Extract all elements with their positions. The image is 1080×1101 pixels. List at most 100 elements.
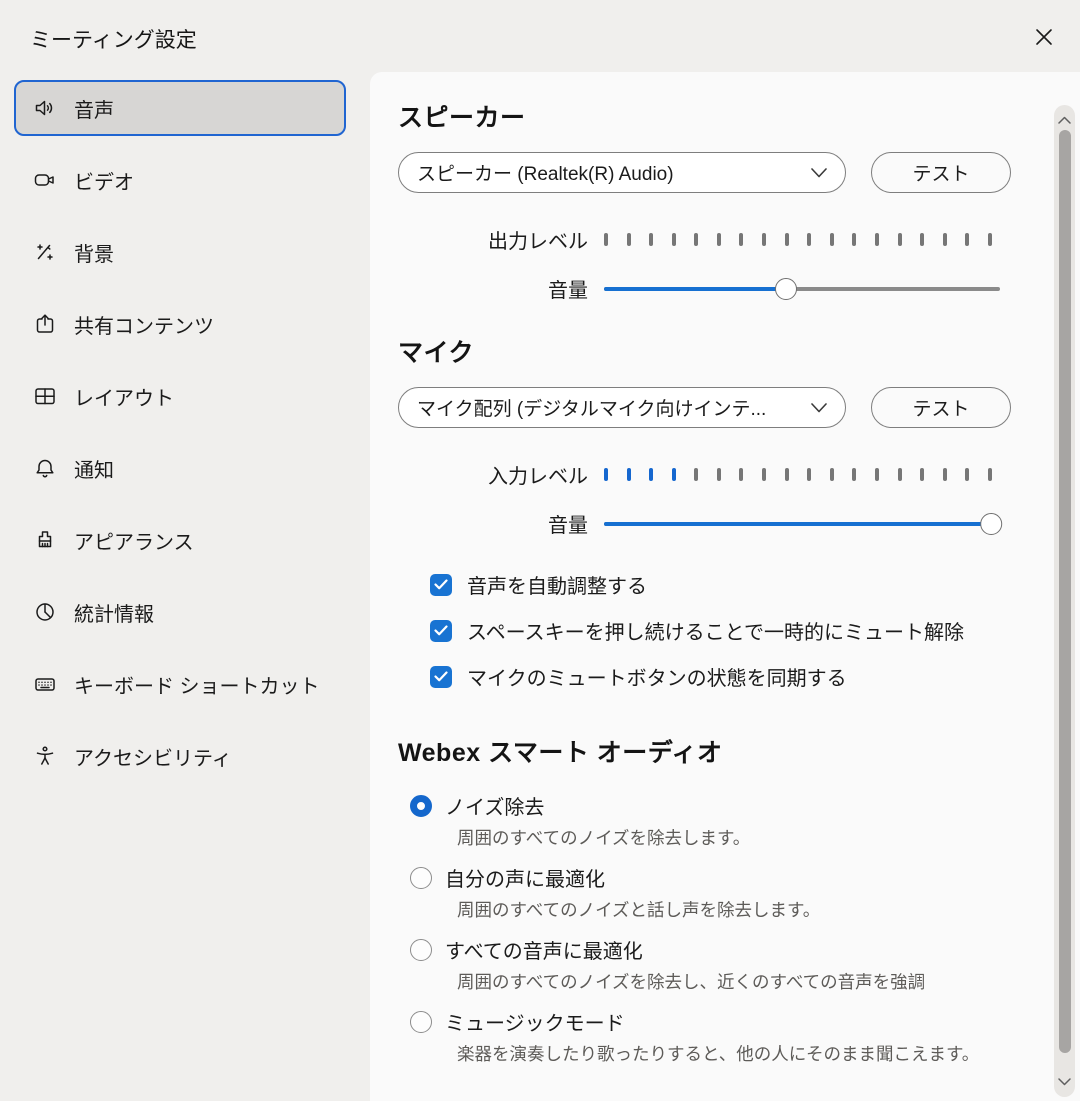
- level-tick: [898, 468, 902, 481]
- radio-row[interactable]: すべての音声に最適化: [410, 935, 1014, 964]
- checkbox-checked-icon[interactable]: [430, 620, 452, 642]
- level-tick: [739, 233, 743, 246]
- checkbox-label: スペースキーを押し続けることで一時的にミュート解除: [467, 616, 964, 645]
- speaker-test-button[interactable]: テスト: [871, 152, 1011, 193]
- sidebar-item-label: 背景: [74, 238, 114, 267]
- speaker-heading: スピーカー: [398, 98, 1014, 134]
- level-tick: [988, 233, 992, 246]
- radio-description: 周囲のすべてのノイズと話し声を除去します。: [457, 897, 1014, 922]
- scroll-up-icon[interactable]: [1054, 109, 1075, 131]
- smart-audio-option-0: ノイズ除去周囲のすべてのノイズを除去します。: [410, 791, 1014, 850]
- radio-row[interactable]: 自分の声に最適化: [410, 863, 1014, 892]
- audio-options-list: 音声を自動調整するスペースキーを押し続けることで一時的にミュート解除マイクのミュ…: [398, 570, 1014, 691]
- level-tick: [672, 468, 676, 481]
- sidebar-item-8[interactable]: キーボード ショートカット: [14, 656, 346, 712]
- checkbox-checked-icon[interactable]: [430, 574, 452, 596]
- level-tick: [672, 233, 676, 246]
- sidebar-item-4[interactable]: レイアウト: [14, 368, 346, 424]
- radio-selected-icon[interactable]: [410, 795, 432, 817]
- sidebar-item-7[interactable]: 統計情報: [14, 584, 346, 640]
- checkbox-row-1[interactable]: スペースキーを押し続けることで一時的にミュート解除: [430, 616, 1014, 645]
- level-tick: [807, 233, 811, 246]
- scroll-down-icon[interactable]: [1054, 1071, 1075, 1093]
- checkbox-row-0[interactable]: 音声を自動調整する: [430, 570, 1014, 599]
- sidebar-item-5[interactable]: 通知: [14, 440, 346, 496]
- checkbox-row-2[interactable]: マイクのミュートボタンの状態を同期する: [430, 662, 1014, 691]
- speaker-device-value: スピーカー (Realtek(R) Audio): [417, 159, 674, 186]
- radio-row[interactable]: ミュージックモード: [410, 1007, 1014, 1036]
- slider-thumb[interactable]: [980, 513, 1002, 535]
- scrollbar-thumb[interactable]: [1059, 130, 1071, 1053]
- radio-icon[interactable]: [410, 867, 432, 889]
- level-tick: [920, 468, 924, 481]
- sidebar-item-label: アクセシビリティ: [74, 742, 232, 771]
- speaker-icon: [33, 96, 57, 120]
- magic-wand-icon: [33, 240, 57, 264]
- close-button[interactable]: [1028, 22, 1060, 54]
- slider-thumb[interactable]: [775, 278, 797, 300]
- radio-icon[interactable]: [410, 939, 432, 961]
- output-level-label: 出力レベル: [398, 225, 604, 254]
- microphone-device-select[interactable]: マイク配列 (デジタルマイク向けインテ...: [398, 387, 846, 428]
- level-tick: [717, 468, 721, 481]
- stats-icon: [33, 600, 57, 624]
- close-icon: [1035, 28, 1053, 49]
- accessibility-icon: [33, 744, 57, 768]
- sidebar-item-6[interactable]: アピアランス: [14, 512, 346, 568]
- radio-label: すべての音声に最適化: [445, 935, 643, 964]
- sidebar-item-2[interactable]: 背景: [14, 224, 346, 280]
- microphone-test-button[interactable]: テスト: [871, 387, 1011, 428]
- level-tick: [649, 233, 653, 246]
- radio-description: 周囲のすべてのノイズを除去します。: [457, 825, 1014, 850]
- sidebar-item-label: アピアランス: [74, 526, 194, 555]
- level-tick: [627, 468, 631, 481]
- level-tick: [875, 468, 879, 481]
- level-tick: [898, 233, 902, 246]
- level-tick: [920, 233, 924, 246]
- speaker-volume-slider[interactable]: [604, 277, 1000, 301]
- slider-fill: [604, 522, 1000, 526]
- speaker-device-select[interactable]: スピーカー (Realtek(R) Audio): [398, 152, 846, 193]
- video-icon: [33, 168, 57, 192]
- input-level-label: 入力レベル: [398, 460, 604, 489]
- sidebar-item-label: 統計情報: [74, 598, 154, 627]
- microphone-volume-slider[interactable]: [604, 512, 1000, 536]
- share-icon: [33, 312, 57, 336]
- dialog-title: ミーティング設定: [30, 24, 197, 54]
- radio-description: 周囲のすべてのノイズを除去し、近くのすべての音声を強調: [457, 969, 1014, 994]
- sidebar-item-9[interactable]: アクセシビリティ: [14, 728, 346, 784]
- level-tick: [762, 468, 766, 481]
- level-tick: [943, 468, 947, 481]
- sidebar-item-0[interactable]: 音声: [14, 80, 346, 136]
- output-level-meter: [604, 232, 992, 248]
- level-tick: [604, 233, 608, 246]
- input-level-meter: [604, 467, 992, 483]
- smart-audio-option-3: ミュージックモード楽器を演奏したり歌ったりすると、他の人にそのまま聞こえます。: [410, 1007, 1014, 1066]
- smart-audio-option-2: すべての音声に最適化周囲のすべてのノイズを除去し、近くのすべての音声を強調: [410, 935, 1014, 994]
- level-tick: [807, 468, 811, 481]
- level-tick: [988, 468, 992, 481]
- sidebar-item-1[interactable]: ビデオ: [14, 152, 346, 208]
- level-tick: [762, 233, 766, 246]
- sidebar-item-label: 音声: [74, 94, 114, 123]
- scrollbar[interactable]: [1054, 105, 1075, 1097]
- sidebar-item-label: ビデオ: [74, 166, 134, 195]
- settings-sidebar: 音声ビデオ背景共有コンテンツレイアウト通知アピアランス統計情報キーボード ショー…: [14, 80, 346, 800]
- level-tick: [830, 233, 834, 246]
- level-tick: [943, 233, 947, 246]
- sidebar-item-label: 通知: [74, 454, 114, 483]
- level-tick: [875, 233, 879, 246]
- level-tick: [852, 468, 856, 481]
- level-tick: [830, 468, 834, 481]
- level-tick: [785, 233, 789, 246]
- sidebar-item-3[interactable]: 共有コンテンツ: [14, 296, 346, 352]
- level-tick: [717, 233, 721, 246]
- layout-icon: [33, 384, 57, 408]
- level-tick: [604, 468, 608, 481]
- radio-icon[interactable]: [410, 1011, 432, 1033]
- checkbox-label: マイクのミュートボタンの状態を同期する: [467, 662, 847, 691]
- radio-row[interactable]: ノイズ除去: [410, 791, 1014, 820]
- smart-audio-options: ノイズ除去周囲のすべてのノイズを除去します。自分の声に最適化周囲のすべてのノイズ…: [398, 791, 1014, 1066]
- speaker-volume-label: 音量: [398, 274, 604, 303]
- checkbox-checked-icon[interactable]: [430, 666, 452, 688]
